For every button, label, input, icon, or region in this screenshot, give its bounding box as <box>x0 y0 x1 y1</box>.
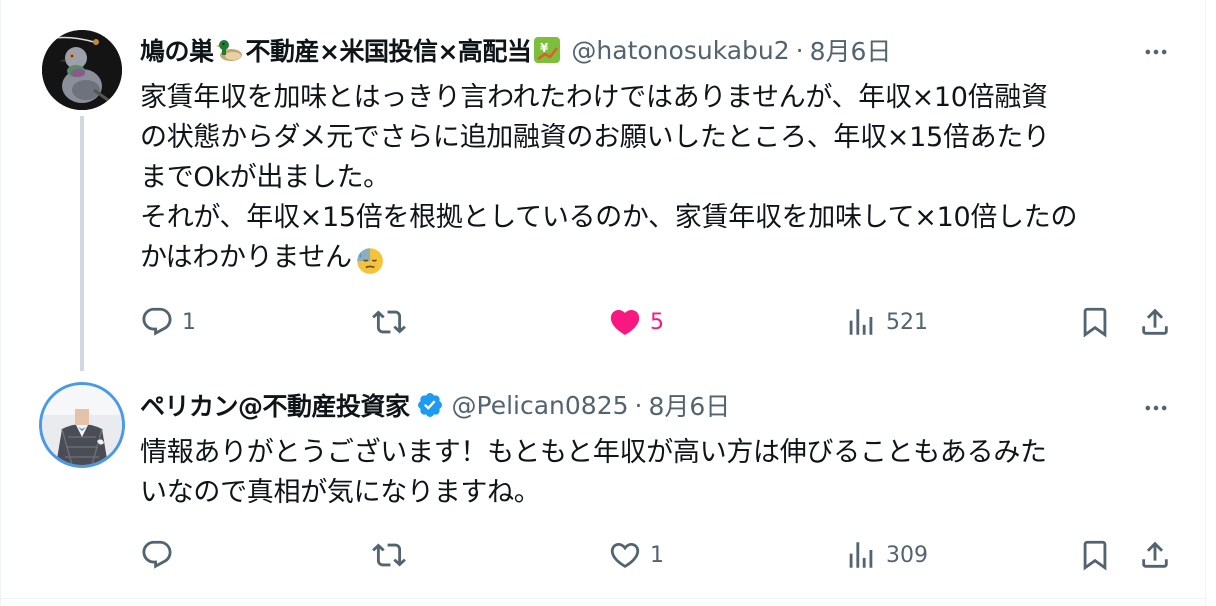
like-count: 5 <box>650 309 664 335</box>
tweet-text-line: それが、年収×15倍を根拠としているのか、家賃年収を加味して×10倍したの <box>140 202 1078 233</box>
avatar[interactable] <box>42 385 122 465</box>
like-count: 1 <box>650 542 664 568</box>
separator-dot: · <box>634 390 643 420</box>
chart-yen-emoji: ¥ <box>533 36 561 64</box>
pigeon-avatar-image <box>42 30 122 110</box>
views-icon <box>849 542 873 568</box>
bookmark-icon <box>1083 307 1107 338</box>
reply-button[interactable]: 1 <box>140 302 196 342</box>
views-button[interactable]: 309 <box>844 535 928 575</box>
bookmark-icon <box>1083 540 1107 571</box>
like-icon <box>610 542 640 568</box>
tweet-text-segment: かはわかりません <box>140 242 352 273</box>
more-icon[interactable] <box>1136 388 1176 428</box>
author-name[interactable]: 鳩の巣 <box>140 32 214 68</box>
more-icon[interactable] <box>1136 32 1176 72</box>
retweet-button[interactable] <box>372 535 414 575</box>
author-name[interactable]: ペリカン@不動産投資家 <box>140 387 410 423</box>
views-button[interactable]: 521 <box>844 302 928 342</box>
tweet-text-line-last: かはわかりません <box>140 238 1170 278</box>
tweet-text-line: の状態からダメ元でさらに追加融資のお願いしたところ、年収×15倍あたり <box>140 122 1050 153</box>
thread-connector-line <box>80 116 84 371</box>
tweet-text: 家賃年収を加味とはっきり言われたわけではありませんが、年収×10倍融資 の状態か… <box>140 78 1170 278</box>
tweet-text-line: 家賃年収を加味とはっきり言われたわけではありませんが、年収×10倍融資 <box>140 82 1048 113</box>
reply-icon <box>142 540 172 569</box>
like-button[interactable]: 5 <box>608 302 664 342</box>
bookmark-button[interactable] <box>1078 535 1112 575</box>
reply-icon <box>142 307 172 336</box>
separator-dot: · <box>795 35 804 65</box>
like-button[interactable]: 1 <box>608 535 664 575</box>
author-handle[interactable]: @Pelican0825 <box>452 391 629 420</box>
views-icon <box>849 309 873 335</box>
share-icon <box>1142 308 1168 335</box>
bottom-border <box>0 598 1206 599</box>
tweet-header: 鳩の巣 不動産×米国投信×高配当 ¥ @hatonosukabu2 · 8月6日 <box>140 30 891 70</box>
verified-badge-icon <box>416 391 444 419</box>
tweet-text: 情報ありがとうございます！もともと年収が高い方は伸びることもあるみた いなので真… <box>140 433 1170 513</box>
pelican-avatar-image <box>42 385 122 465</box>
author-name-suffix[interactable]: 不動産×米国投信×高配当 <box>246 32 532 68</box>
share-button[interactable] <box>1138 535 1172 575</box>
tweet-header: ペリカン@不動産投資家 @Pelican0825 · 8月6日 <box>140 385 730 425</box>
tweet-date[interactable]: 8月6日 <box>810 32 892 68</box>
views-count: 521 <box>886 309 928 335</box>
tweet-text-line: 情報ありがとうございます！もともと年収が高い方は伸びることもあるみた <box>140 437 1047 468</box>
tweet-text-line: いなので真相が気になりますね。 <box>140 477 541 508</box>
retweet-icon <box>372 310 406 334</box>
views-count: 309 <box>886 542 928 568</box>
downcast-sweat-face-emoji <box>354 245 383 274</box>
reply-count: 1 <box>182 309 196 335</box>
retweet-button[interactable] <box>372 302 414 342</box>
duck-emoji <box>215 36 244 64</box>
tweet-1[interactable]: 鳩の巣 不動産×米国投信×高配当 ¥ @hatonosukabu2 · 8月6日 <box>0 0 1206 371</box>
like-icon <box>610 309 640 335</box>
reply-button[interactable] <box>140 535 182 575</box>
tweet-date[interactable]: 8月6日 <box>648 387 730 423</box>
tweet-actions: 1 309 <box>140 535 1180 575</box>
bookmark-button[interactable] <box>1078 302 1112 342</box>
tweet-text-line: までOkが出ました。 <box>140 162 390 193</box>
avatar[interactable] <box>42 30 122 110</box>
share-icon <box>1142 541 1168 568</box>
tweet-2[interactable]: ペリカン@不動産投資家 @Pelican0825 · 8月6日 情報ありがとうご… <box>0 365 1206 598</box>
tweet-actions: 1 5 521 <box>140 302 1180 342</box>
share-button[interactable] <box>1138 302 1172 342</box>
author-handle[interactable]: @hatonosukabu2 <box>571 36 789 65</box>
retweet-icon <box>372 543 406 567</box>
